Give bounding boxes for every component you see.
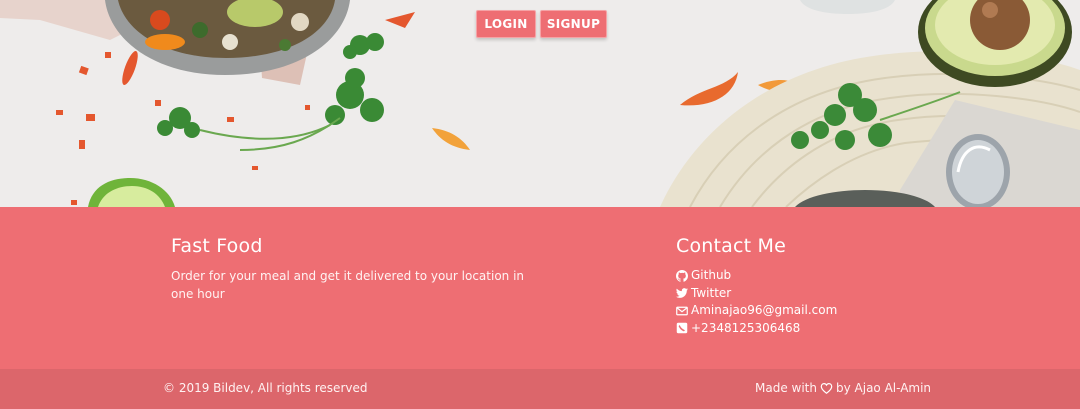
copyright-bar: © 2019 Bildev, All rights reserved Made … [0,369,1080,409]
about-section: Fast Food Order for your meal and get it… [171,235,531,303]
twitter-link[interactable]: Twitter [691,285,731,303]
login-button[interactable]: LOGIN [476,10,536,38]
github-icon [676,269,688,282]
signup-button[interactable]: SIGNUP [540,10,607,38]
about-title: Fast Food [171,235,263,257]
by-text: by [835,381,851,395]
email-link[interactable]: Aminajao96@gmail.com [691,302,837,320]
about-text: Order for your meal and get it delivered… [171,269,525,301]
twitter-link-item: Twitter [676,285,996,303]
phone-icon [676,322,688,334]
email-item: Aminajao96@gmail.com [676,302,996,320]
phone-item: +2348125306468 [676,320,996,338]
made-with-text: Made with [755,381,817,395]
copyright-text: © 2019 Bildev, All rights reserved [163,381,368,395]
contact-section: Contact Me Github Twitter Aminajao96@gma… [676,235,996,337]
phone-number: +2348125306468 [691,320,801,335]
twitter-icon [676,287,688,299]
hero-banner: LOGIN SIGNUP [0,0,1080,207]
contact-title: Contact Me [676,235,787,257]
heart-icon [820,382,833,394]
page-footer: Fast Food Order for your meal and get it… [0,207,1080,369]
github-link[interactable]: Github [691,267,731,285]
envelope-icon [676,305,688,317]
made-with-credit: Made with by Ajao Al-Amin [755,381,931,395]
author-link[interactable]: Ajao Al-Amin [855,381,932,395]
github-link-item: Github [676,267,996,285]
